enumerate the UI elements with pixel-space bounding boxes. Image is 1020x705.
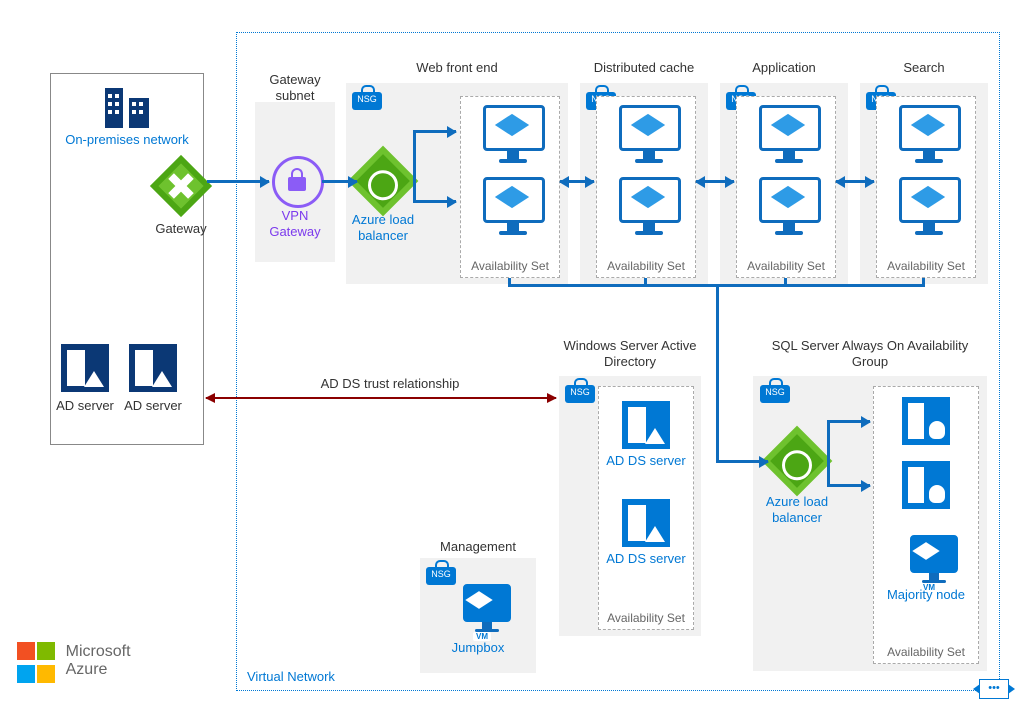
web-lb-label: Azure load balancer xyxy=(342,212,424,243)
nsg-badge: NSG xyxy=(760,385,790,403)
microsoft-azure-logo: Microsoft Azure xyxy=(16,641,131,687)
nsg-badge: NSG xyxy=(426,567,456,585)
connector xyxy=(413,130,416,203)
ad-server-label: AD server xyxy=(117,398,189,414)
db-server-icon xyxy=(902,397,950,445)
adds-label1: AD DS server xyxy=(599,453,693,469)
arrow-app-search xyxy=(836,180,874,183)
search-title: Search xyxy=(860,60,988,76)
sql-title: SQL Server Always On Availability Group xyxy=(753,338,987,369)
connector-drop xyxy=(922,278,925,287)
vm-icon xyxy=(619,177,679,237)
nsg-badge: NSG xyxy=(352,92,382,110)
vm-icon xyxy=(899,177,959,237)
avail-label: Availability Set xyxy=(874,645,978,659)
web-title: Web front end xyxy=(346,60,568,76)
adds-title: Windows Server Active Directory xyxy=(555,338,705,369)
connector-drop xyxy=(644,278,647,287)
connector xyxy=(827,420,830,487)
connector-bus-v xyxy=(716,284,719,462)
app-title: Application xyxy=(720,60,848,76)
adds-label2: AD DS server xyxy=(599,551,693,567)
trust-label: AD DS trust relationship xyxy=(290,376,490,392)
vnet-peering-icon: ••• xyxy=(979,679,1009,699)
vpn-gateway-label: VPN Gateway xyxy=(255,208,335,239)
arrow-lb-to-vm1 xyxy=(416,130,456,133)
app-availset: Availability Set xyxy=(736,96,836,278)
connector-drop xyxy=(508,278,511,287)
arrow-lb-to-vm2 xyxy=(416,200,456,203)
vm-icon xyxy=(899,105,959,165)
vm-icon xyxy=(483,177,543,237)
web-availset: Availability Set xyxy=(460,96,560,278)
avail-label: Availability Set xyxy=(461,259,559,273)
jumpbox-vm-icon: VM xyxy=(457,584,517,644)
vm-icon xyxy=(759,105,819,165)
arrow-trust-relationship xyxy=(206,397,556,399)
vm-icon xyxy=(483,105,543,165)
cache-title: Distributed cache xyxy=(580,60,708,76)
search-availset: Availability Set xyxy=(876,96,976,278)
arrow-cache-app xyxy=(696,180,734,183)
majority-node-vm-icon: VM xyxy=(904,535,964,595)
vnet-label: Virtual Network xyxy=(247,669,335,684)
ad-ds-server-icon xyxy=(622,499,670,547)
vm-icon xyxy=(619,105,679,165)
avail-label: Availability Set xyxy=(877,259,975,273)
arrow-vpn-to-lb xyxy=(322,180,357,183)
gateway-icon xyxy=(150,155,212,217)
ad-server-label: AD server xyxy=(49,398,121,414)
arrow-onprem-to-vpn xyxy=(207,180,269,183)
arrow-sqllb-db1 xyxy=(830,420,870,423)
vm-icon xyxy=(759,177,819,237)
cache-availset: Availability Set xyxy=(596,96,696,278)
nsg-badge: NSG xyxy=(565,385,595,403)
avail-label: Availability Set xyxy=(599,611,693,625)
logo-text-1: Microsoft xyxy=(66,643,131,660)
mgmt-title: Management xyxy=(420,539,536,555)
connector-drop xyxy=(784,278,787,287)
majority-label: Majority node xyxy=(874,587,978,603)
adds-availset: AD DS server AD DS server Availability S… xyxy=(598,386,694,630)
arrow-sqllb-db2 xyxy=(830,484,870,487)
ad-ds-server-icon xyxy=(622,401,670,449)
gateway-label: Gateway xyxy=(143,221,219,237)
ad-server-icon xyxy=(129,344,177,392)
sql-availset: VM Majority node Availability Set xyxy=(873,386,979,664)
avail-label: Availability Set xyxy=(737,259,835,273)
ad-server-icon xyxy=(61,344,109,392)
arrow-web-cache xyxy=(560,180,594,183)
db-server-icon xyxy=(902,461,950,509)
vpn-gateway-icon xyxy=(272,156,324,208)
gateway-subnet-title: Gateway subnet xyxy=(255,72,335,103)
arrow-bus-to-sqllb xyxy=(716,460,768,463)
onprem-network-box: On-premises network Gateway AD server AD… xyxy=(50,73,204,445)
avail-label: Availability Set xyxy=(597,259,695,273)
buildings-icon xyxy=(105,88,149,128)
jumpbox-label: Jumpbox xyxy=(420,640,536,656)
onprem-title: On-premises network xyxy=(51,132,203,148)
logo-text-2: Azure xyxy=(66,661,108,678)
sql-lb-label: Azure load balancer xyxy=(756,494,838,525)
